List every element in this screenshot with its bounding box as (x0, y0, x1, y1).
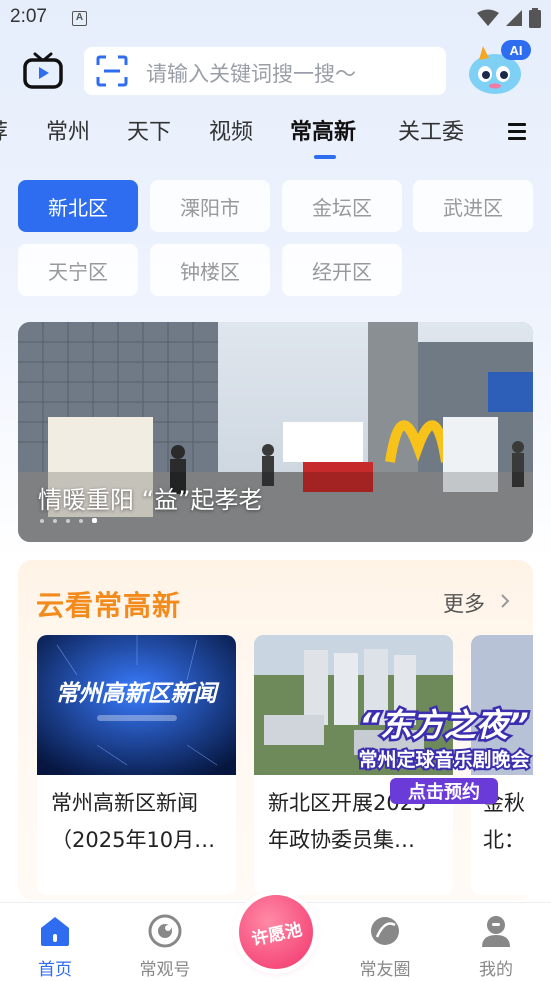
category-tabs: 荐 常州 天下 视频 常高新 关工委 (0, 114, 551, 158)
notification-icon: A (72, 11, 87, 26)
district-chip-wujin[interactable]: 武进区 (413, 180, 533, 232)
promo-headline: “东方之夜” (359, 706, 528, 744)
profile-icon (482, 916, 510, 947)
district-chip-jintan[interactable]: 金坛区 (282, 180, 402, 232)
wifi-icon (477, 9, 499, 26)
observe-icon (148, 914, 182, 948)
nav-label: 首页 (38, 960, 72, 980)
scan-icon[interactable] (96, 55, 128, 87)
card-title-line1: 常州高新区新闻 (51, 791, 198, 815)
promo-subtitle: 常州定球音乐剧晚会 (358, 748, 529, 771)
tab-changgaoxin[interactable]: 常高新 (290, 114, 356, 146)
section-title: 云看常高新 (36, 589, 182, 622)
card-title-line2: （2025年10月… (51, 828, 216, 852)
video-card[interactable]: 常州高新区新闻 常州高新区新闻 （2025年10月… (37, 635, 236, 895)
active-tab-indicator (314, 155, 336, 159)
nav-observe[interactable]: 常观号 (125, 903, 205, 981)
tv-icon[interactable] (22, 50, 64, 90)
tab-changzhou[interactable]: 常州 (46, 114, 90, 146)
status-bar: 2:07 A (0, 0, 551, 38)
banner-title: 情暖重阳 “益”起孝老 (38, 486, 263, 514)
signal-icon (506, 10, 522, 26)
promo-button[interactable]: 点击预约 (408, 781, 480, 803)
district-chip-jingkai[interactable]: 经开区 (282, 244, 402, 296)
more-link[interactable]: 更多 (443, 588, 485, 618)
tab-video[interactable]: 视频 (209, 114, 253, 146)
nav-home[interactable]: 首页 (15, 903, 95, 981)
district-chip-zhonglou[interactable]: 钟楼区 (150, 244, 270, 296)
nav-label: 我的 (479, 960, 513, 980)
menu-icon[interactable] (508, 122, 526, 142)
tab-guangongwei[interactable]: 关工委 (398, 114, 464, 146)
wish-pool-button[interactable]: 许愿池 (239, 895, 313, 969)
tab-recommend[interactable]: 荐 (0, 114, 8, 146)
banner-pagination (40, 518, 97, 523)
tab-world[interactable]: 天下 (127, 114, 171, 146)
nav-profile[interactable]: 我的 (456, 903, 536, 981)
card-title-line2: 北： (483, 828, 525, 852)
video-thumbnail: 常州高新区新闻 (37, 635, 236, 775)
nav-label: 常观号 (139, 960, 191, 980)
card-title-line2: 年政协委员集… (268, 828, 415, 852)
status-time: 2:07 (10, 6, 47, 27)
home-icon (41, 917, 69, 946)
search-input[interactable]: 请输入关键词搜一搜～ (146, 58, 356, 88)
circle-icon (371, 917, 399, 945)
district-chip-liyang[interactable]: 溧阳市 (150, 180, 270, 232)
battery-icon (529, 8, 541, 28)
district-chip-tianning[interactable]: 天宁区 (18, 244, 138, 296)
ai-badge: AI (510, 43, 523, 58)
chevron-right-icon[interactable] (499, 592, 511, 610)
promo-floating-ad[interactable]: “东方之夜” 常州定球音乐剧晚会 点击预约 (338, 700, 550, 806)
nav-label: 常友圈 (359, 960, 411, 980)
ai-assistant-icon[interactable]: AI (465, 38, 533, 98)
district-chip-xinbei[interactable]: 新北区 (18, 180, 138, 232)
nav-circle[interactable]: 常友圈 (345, 903, 425, 981)
thumbnail-title: 常州高新区新闻 (56, 681, 221, 707)
wish-pool-label: 许愿池 (249, 919, 304, 950)
